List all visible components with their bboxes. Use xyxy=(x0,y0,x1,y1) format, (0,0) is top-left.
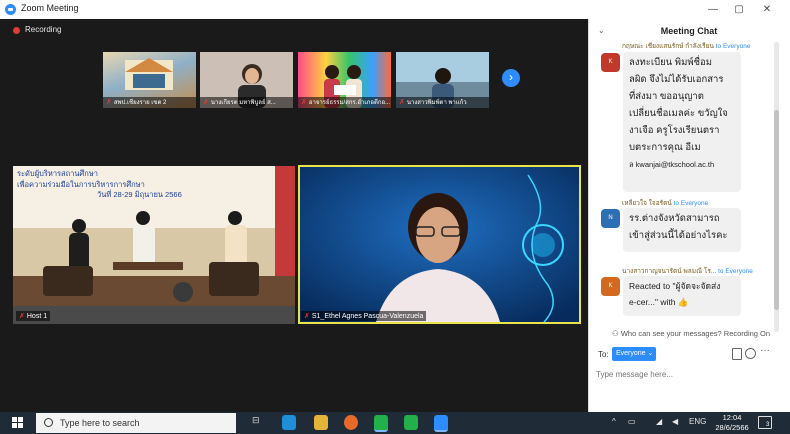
search-icon xyxy=(44,418,53,427)
chat-message[interactable]: ลงทะเบียน พิมพ์ชื่อม ลผิด จึงไม่ได้รับเอ… xyxy=(623,52,741,192)
message-line: e-cer..." with 👍 xyxy=(629,297,689,307)
emoji-icon[interactable] xyxy=(745,348,756,359)
minimize-button[interactable]: — xyxy=(703,2,723,17)
task-view-icon[interactable]: ⊟ xyxy=(252,415,266,430)
message-line: ลงทะเบียน พิมพ์ชื่อม xyxy=(629,57,713,68)
message-line: Reacted to "ผู้จัดจะจัดส่ง xyxy=(629,281,721,291)
active-speaker-tile[interactable]: ✗ S1_Ethel Agnes Pascua-Valenzuela xyxy=(298,165,581,324)
chat-scroll-thumb[interactable] xyxy=(774,110,779,310)
host-video-tile[interactable]: ระดับผู้บริหารสถานศึกษา เพื่อความร่วมมือ… xyxy=(13,166,295,324)
firefox-icon[interactable] xyxy=(344,415,358,430)
mic-muted-icon: ✗ xyxy=(203,99,209,106)
mic-muted-icon: ✗ xyxy=(301,99,307,106)
title-bar xyxy=(0,0,790,19)
edge-browser-icon[interactable] xyxy=(282,415,296,430)
participant-thumbnail[interactable]: ✗ นางเกียรต มหาพิบูลย์ ส... xyxy=(200,52,293,108)
message-line: รร.ต่างจังหวัดสามารถ xyxy=(629,213,720,224)
message-line: ที่ส่งมา ขออนุญาต xyxy=(629,91,704,102)
message-line: เข้าสู่ส่วนนี้ได้อย่างไรคะ xyxy=(629,230,728,241)
participant-name: นางเกียรต มหาพิบูลย์ ส... xyxy=(210,100,276,106)
message-input[interactable] xyxy=(596,366,780,382)
participant-thumbnail[interactable]: ✗ อาจารย์ธรรม/สกร.อำเภอดีกอ... xyxy=(298,52,391,108)
speaker-video-image xyxy=(300,167,579,323)
participant-name: นางสาวพิมพ์ตา พาแก้ว xyxy=(406,100,467,106)
message-line: ลผิด จึงไม่ได้รับเอกสาร xyxy=(629,74,724,85)
participant-name: อาจารย์ธรรม/สกร.อำเภอดีกอ... xyxy=(308,100,391,106)
speaker-name: S1_Ethel Agnes Pascua-Valenzuela xyxy=(311,313,424,320)
avatar: K xyxy=(601,277,620,296)
chat-message[interactable]: Reacted to "ผู้จัดจะจัดส่ง e-cer..." wit… xyxy=(623,276,741,316)
chat-message[interactable]: รร.ต่างจังหวัดสามารถ เข้าสู่ส่วนนี้ได้อย… xyxy=(623,208,741,252)
notification-icon[interactable] xyxy=(758,416,772,429)
line-app-icon[interactable] xyxy=(404,415,418,430)
message-line: บตระการคุณ อีเม xyxy=(629,142,701,153)
network-icon[interactable]: ◢ xyxy=(656,417,662,426)
message-line: งาเจือ ครูโรงเรียนตรา xyxy=(629,125,720,136)
next-page-button[interactable]: › xyxy=(502,69,520,87)
more-options-icon[interactable]: ··· xyxy=(760,345,770,356)
participant-thumbnail[interactable]: ✗ นางสาวพิมพ์ตา พาแก้ว xyxy=(396,52,489,108)
host-name-label: ✗ Host 1 xyxy=(16,311,51,321)
privacy-text: Who can see your messages? Recording On xyxy=(620,329,771,338)
zoom-logo-icon xyxy=(5,4,16,15)
window-title: Zoom Meeting xyxy=(21,3,79,13)
participant-thumbnail[interactable]: ✗ สพป.เชียงราย เขต 2 xyxy=(103,52,196,108)
mic-muted-icon: ✗ xyxy=(106,99,112,106)
slide-text: วันที่ 28-29 มิถุนายน 2566 xyxy=(97,190,182,199)
chevron-up-icon[interactable]: ^ xyxy=(612,417,616,426)
notification-count: 3 xyxy=(766,422,770,428)
mic-muted-icon: ✗ xyxy=(19,313,25,320)
chat-sender: เหลียวใจ ใจอรัตน์ to Everyone xyxy=(622,200,709,207)
close-button[interactable]: ✕ xyxy=(757,2,777,17)
recipient-select[interactable]: Everyone ⌄ xyxy=(612,347,656,361)
search-placeholder: Type here to search xyxy=(60,418,140,428)
maximize-button[interactable]: ▢ xyxy=(729,2,749,17)
windows-start-button[interactable] xyxy=(12,417,24,429)
display-icon[interactable]: ▭ xyxy=(628,417,636,426)
chevron-right-icon: › xyxy=(509,70,513,84)
file-icon[interactable] xyxy=(732,348,742,360)
privacy-notice[interactable]: ⚇ Who can see your messages? Recording O… xyxy=(612,329,770,338)
clock-time[interactable]: 12:04 xyxy=(717,413,747,422)
people-icon: ⚇ xyxy=(612,329,621,338)
volume-icon[interactable]: ◀ xyxy=(672,417,678,426)
language-indicator[interactable]: ENG xyxy=(689,417,706,426)
message-line: ล kwanjai@tkschool.ac.th xyxy=(629,160,715,169)
avatar: K xyxy=(601,53,620,72)
participant-name: สพป.เชียงราย เขต 2 xyxy=(113,100,167,106)
message-line: เปลี่ยนชื่อเมลค่ะ ขวัญใจ xyxy=(629,108,728,119)
chat-title: Meeting Chat xyxy=(660,26,718,36)
chat-sender: นางสาวกาญจนารัตน์ พลมณี โร... to Everyon… xyxy=(622,268,753,275)
avatar: N xyxy=(601,209,620,228)
speaker-name-label: ✗ S1_Ethel Agnes Pascua-Valenzuela xyxy=(301,311,427,321)
slide-text: เพื่อความร่วมมือในการบริหารการศึกษา xyxy=(17,179,145,189)
mic-muted-icon: ✗ xyxy=(304,313,310,320)
clock-date[interactable]: 28/6/2566 xyxy=(710,423,754,432)
line-app-icon[interactable] xyxy=(374,415,388,432)
host-name: Host 1 xyxy=(26,313,48,320)
recipient-label: To: xyxy=(598,350,609,359)
recording-label[interactable]: Recording xyxy=(25,25,61,34)
recording-icon xyxy=(13,27,20,34)
mic-muted-icon: ✗ xyxy=(399,99,405,106)
zoom-app-icon[interactable] xyxy=(434,415,448,432)
slide-text: ระดับผู้บริหารสถานศึกษา xyxy=(17,169,98,178)
file-explorer-icon[interactable] xyxy=(314,415,328,430)
chat-sender: กฤษณะ เชียงแสนรักษ์ กำลังเรียน to Everyo… xyxy=(622,43,751,50)
